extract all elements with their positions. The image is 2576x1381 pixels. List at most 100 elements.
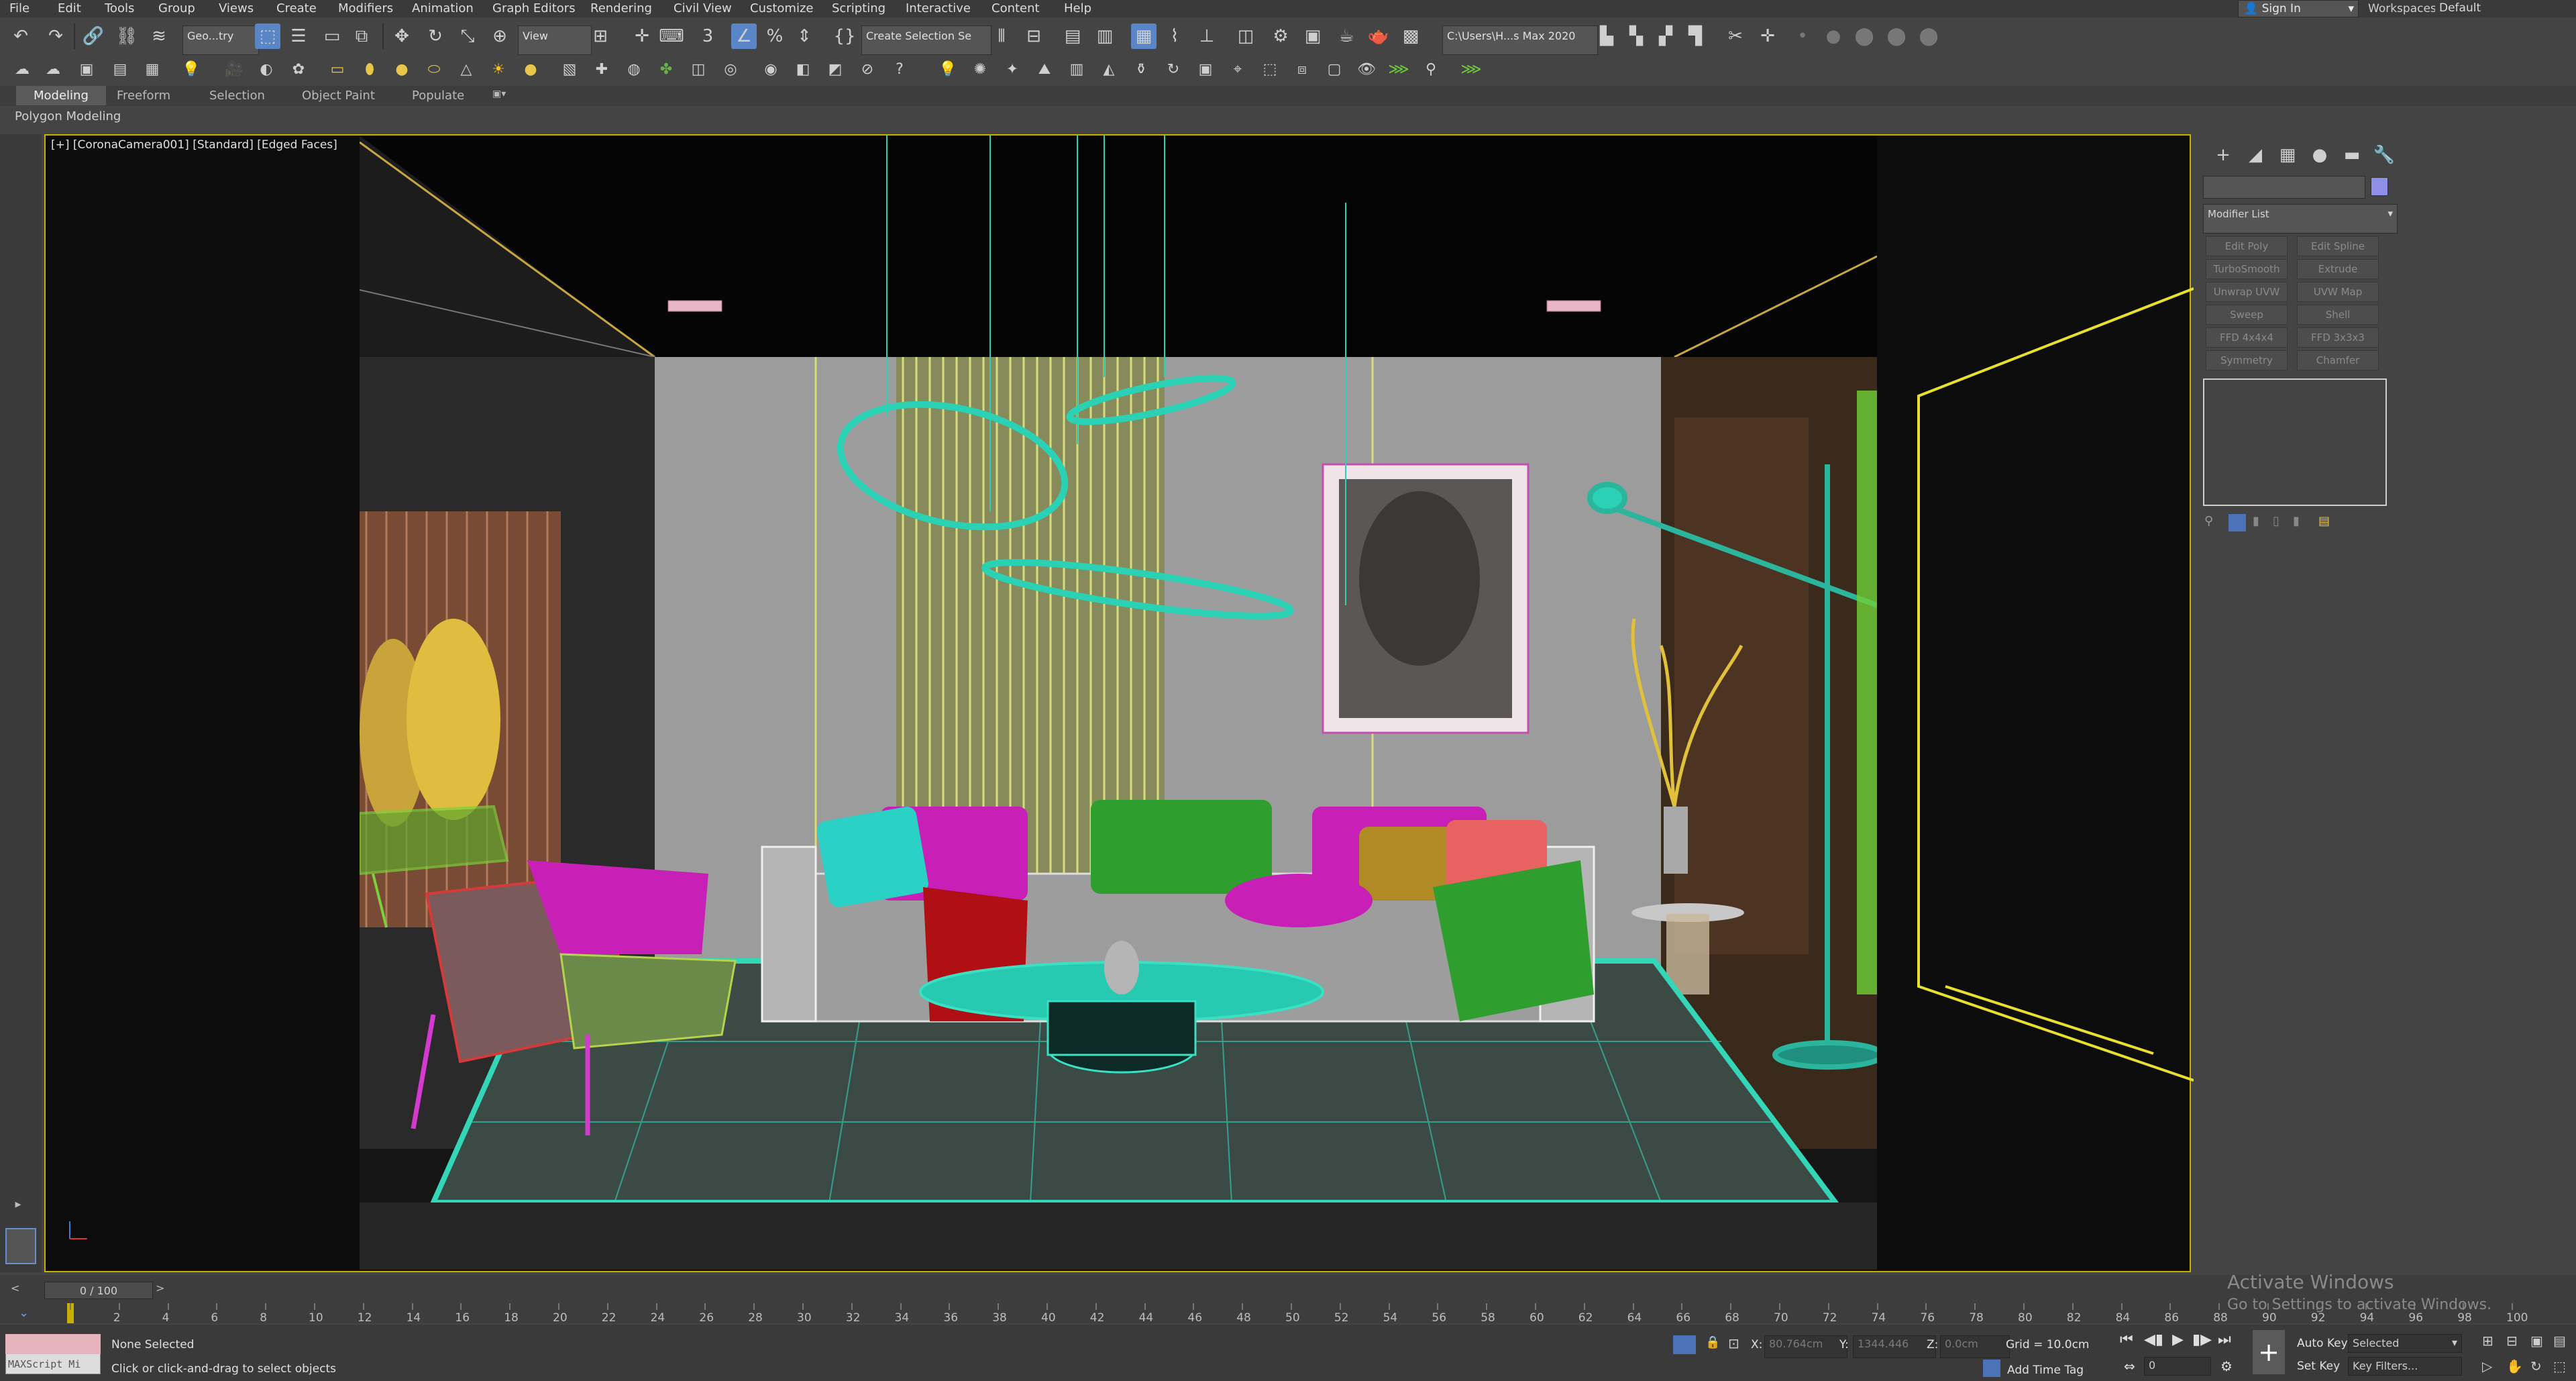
book-icon[interactable]: ▥ xyxy=(1064,56,1089,82)
viewport-label[interactable]: [+] [CoronaCamera001] [Standard] [Edged … xyxy=(51,138,337,152)
rotate-icon[interactable]: ↻ xyxy=(423,23,448,49)
zoom-extents-icon[interactable]: ▣ xyxy=(2530,1333,2543,1349)
curve-editor-icon[interactable]: ⌇ xyxy=(1162,23,1187,49)
light-mesh-icon[interactable]: ⛰ xyxy=(1032,56,1057,82)
circle-large-icon[interactable]: ⬤ xyxy=(1884,23,1909,49)
auto-key-button[interactable]: Auto Key xyxy=(2297,1337,2348,1350)
slicer-icon[interactable]: ◫ xyxy=(686,56,711,82)
region-icon[interactable]: ⬚ xyxy=(1257,56,1283,82)
modifier-button-sweep[interactable]: Sweep xyxy=(2206,305,2288,325)
goto-end-icon[interactable]: ⏭ xyxy=(2218,1331,2231,1348)
disk-light-icon[interactable]: ⬭ xyxy=(421,56,447,82)
set-key-button[interactable]: Set Key xyxy=(2297,1360,2340,1373)
prism-icon[interactable]: ◭ xyxy=(1096,56,1122,82)
named-selection-set-dropdown[interactable]: Create Selection Se xyxy=(861,25,991,55)
align-icon[interactable]: ⊟ xyxy=(1021,23,1046,49)
snaps-toggle-icon[interactable]: 3 xyxy=(695,23,720,49)
cloud-icon[interactable]: ☁ xyxy=(9,56,35,82)
timeline-prev-icon[interactable]: < xyxy=(11,1282,19,1294)
redo-icon[interactable]: ↷ xyxy=(43,23,68,49)
menu-file[interactable]: File xyxy=(9,1,30,15)
ribbon-toggle-icon[interactable]: ▦ xyxy=(1131,23,1157,49)
modifier-button-ffd-4x4x4[interactable]: FFD 4x4x4 xyxy=(2206,327,2288,348)
eye-icon[interactable]: 👁 xyxy=(1354,56,1379,82)
crosshair-icon[interactable]: ⌖ xyxy=(1225,56,1250,82)
sphere-icon[interactable]: ● xyxy=(389,56,415,82)
tab-object-paint[interactable]: Object Paint xyxy=(302,89,375,103)
menu-tools[interactable]: Tools xyxy=(105,1,134,15)
render-production-icon[interactable]: ☕ xyxy=(1334,23,1359,49)
sun-icon[interactable]: ☀ xyxy=(486,56,511,82)
workspace-select[interactable]: Default xyxy=(2435,0,2569,17)
modifier-button-symmetry[interactable]: Symmetry xyxy=(2206,350,2288,370)
render-iterative-icon[interactable]: 🫖 xyxy=(1366,23,1391,49)
bottle-icon[interactable]: ⚱ xyxy=(1128,56,1154,82)
set-project-icon[interactable]: ▜ xyxy=(1682,23,1708,49)
stop-icon[interactable]: ⊘ xyxy=(855,56,880,82)
sign-in-button[interactable]: 👤 Sign In ▾ xyxy=(2238,0,2359,17)
scale-icon[interactable]: ⤡ xyxy=(455,23,480,49)
menu-scripting[interactable]: Scripting xyxy=(832,1,885,15)
maximize-viewport-icon[interactable]: ⬚ xyxy=(2553,1358,2566,1374)
circle-medium-icon[interactable]: ⬤ xyxy=(1851,23,1877,49)
render-setup-icon[interactable]: ⚙ xyxy=(1268,23,1293,49)
render-in-cloud-icon[interactable]: ▩ xyxy=(1398,23,1424,49)
xform-tool-icon[interactable]: ✂ xyxy=(1723,23,1748,49)
time-slider[interactable]: 0 / 100 xyxy=(44,1282,153,1299)
image-icon[interactable]: ▣ xyxy=(74,56,99,82)
scatter-icon[interactable]: ✿ xyxy=(286,56,311,82)
cloud-outline-icon[interactable]: ☁ xyxy=(40,56,66,82)
layer-explorer-icon[interactable]: ▥ xyxy=(1092,23,1118,49)
timeline-next-icon[interactable]: > xyxy=(156,1282,164,1294)
set-key-plus-icon[interactable]: + xyxy=(2253,1330,2285,1374)
window-crossing-icon[interactable]: ⧉ xyxy=(349,23,374,49)
refresh-icon[interactable]: ↻ xyxy=(1161,56,1186,82)
reference-coordinate-dropdown[interactable]: View xyxy=(518,25,592,55)
conversion-icon[interactable]: ◧ xyxy=(790,56,816,82)
rectangular-selection-icon[interactable]: ▭ xyxy=(319,23,345,49)
modifier-button-extrude[interactable]: Extrude xyxy=(2297,259,2379,279)
circle-small-icon[interactable]: ● xyxy=(1821,23,1846,49)
utilities-tab-icon[interactable]: 🔧 xyxy=(2371,145,2398,168)
menu-views[interactable]: Views xyxy=(219,1,254,15)
current-frame-field[interactable]: 0 xyxy=(2144,1357,2211,1376)
modifier-list-dropdown[interactable]: Modifier List ▾ xyxy=(2203,204,2398,234)
pin-icon[interactable]: ⚲ xyxy=(1418,56,1444,82)
chevrons-icon[interactable]: ⋙ xyxy=(1386,56,1411,82)
place-icon[interactable]: ⊕ xyxy=(487,23,513,49)
bind-space-warp-icon[interactable]: ≋ xyxy=(146,23,172,49)
pattern-icon[interactable]: ◎ xyxy=(718,56,743,82)
modifier-button-turbosmooth[interactable]: TurboSmooth xyxy=(2206,259,2288,279)
modifier-button-uvw-map[interactable]: UVW Map xyxy=(2297,282,2379,302)
vfb-icon[interactable]: ◩ xyxy=(822,56,848,82)
spinner-snap-icon[interactable]: ⇕ xyxy=(792,23,817,49)
zoom-extents-all-icon[interactable]: ▤ xyxy=(2553,1333,2566,1349)
add-time-tag-button[interactable]: Add Time Tag xyxy=(2007,1364,2084,1377)
object-color-swatch[interactable] xyxy=(2371,177,2388,196)
schematic-view-icon[interactable]: ⊥ xyxy=(1194,23,1220,49)
menu-content[interactable]: Content xyxy=(991,1,1040,15)
keyboard-shortcut-icon[interactable]: ⌨ xyxy=(659,23,684,49)
angle-snap-icon[interactable]: ∠ xyxy=(731,23,757,49)
sky-icon[interactable]: ● xyxy=(518,56,543,82)
edit-named-selection-icon[interactable]: {} xyxy=(832,23,857,49)
undo-icon[interactable]: ↶ xyxy=(8,23,34,49)
tab-freeform[interactable]: Freeform xyxy=(117,89,170,103)
pan-icon[interactable]: ✋ xyxy=(2506,1358,2523,1374)
sphere-light-icon[interactable]: ⬮ xyxy=(357,56,382,82)
ribbon-options-icon[interactable]: ▣▾ xyxy=(492,89,506,99)
project-folder-icon[interactable]: ▙ xyxy=(1594,23,1619,49)
menu-customize[interactable]: Customize xyxy=(750,1,813,15)
grid-icon[interactable]: ▦ xyxy=(140,56,165,82)
configure-modifier-sets-icon[interactable]: ▤ xyxy=(2318,514,2336,531)
z-coordinate-field[interactable]: 0.0cm xyxy=(1940,1335,2010,1358)
menu-graph-editors[interactable]: Graph Editors xyxy=(492,1,576,15)
double-chevron-icon[interactable]: ⋙ xyxy=(1458,56,1484,82)
modifier-button-ffd-3x3x3[interactable]: FFD 3x3x3 xyxy=(2297,327,2379,348)
time-tag-icon[interactable] xyxy=(1983,1360,2000,1377)
half-moon-icon[interactable]: ◐ xyxy=(254,56,279,82)
spotlight-icon[interactable]: ✦ xyxy=(1000,56,1025,82)
project-folder-dropdown[interactable]: C:\Users\H...s Max 2020 xyxy=(1442,25,1598,55)
menu-help[interactable]: Help xyxy=(1064,1,1091,15)
camera-icon[interactable]: 🎥 xyxy=(221,56,247,82)
